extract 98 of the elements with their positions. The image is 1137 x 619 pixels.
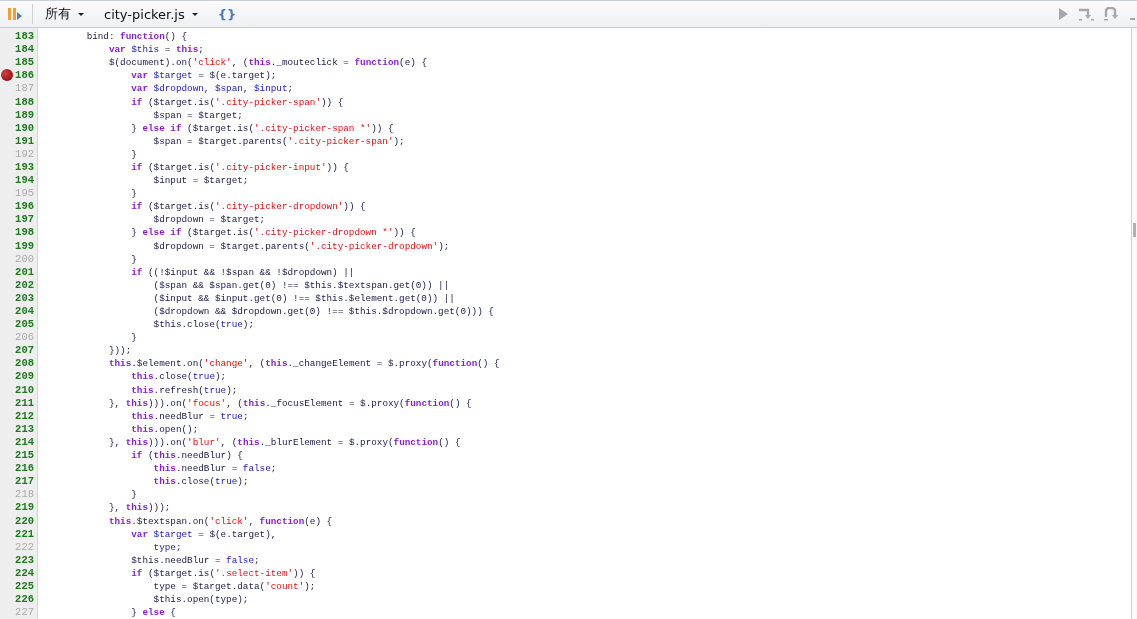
code-line: }: [130, 252, 137, 266]
code-line: ($input && $input.get(0) !== $this.$element.get(0)) ||: [152, 291, 455, 305]
line-number: 193: [15, 161, 34, 174]
code-line: type = $target.data('count');: [152, 580, 316, 593]
code-line: }: [130, 331, 137, 345]
line-number: 227: [15, 606, 34, 619]
line-number: 221: [15, 527, 34, 541]
line-number: 189: [15, 108, 34, 122]
line-number: 197: [15, 213, 34, 227]
code-line: $(document).on('click', (this._mouteclick = function(e) {: [107, 56, 427, 70]
code-line: this.open();: [130, 422, 199, 436]
breakpoint-icon[interactable]: [1, 69, 13, 82]
caret-icon: [191, 12, 198, 16]
code-line: $dropdown = $target.parents('.city-picker-dropdown');: [152, 239, 450, 253]
line-number: 226: [15, 593, 34, 607]
code-line: this.close(true);: [130, 370, 227, 384]
line-number: 224: [15, 566, 34, 580]
line-number: 211: [15, 396, 34, 410]
code-line: } else {: [130, 606, 176, 619]
line-number: 190: [15, 121, 34, 135]
line-number: 222: [15, 540, 34, 554]
line-number: 225: [15, 580, 34, 593]
code-line: ($span && $span.get(0) !== $this.$textspan.get(0)) ||: [152, 278, 450, 292]
line-number: 183: [15, 30, 34, 44]
code-line: if ($target.is('.select-item')) {: [130, 566, 316, 580]
line-number: 201: [15, 265, 34, 279]
line-number: 217: [15, 475, 34, 489]
line-number: 208: [15, 357, 34, 371]
code-line: if ((!$input && !$span && !$dropdown) ||: [130, 265, 355, 279]
code-line: }: [130, 488, 137, 502]
line-number: 196: [15, 200, 34, 214]
line-number: 207: [15, 344, 34, 358]
line-number: 223: [15, 553, 34, 567]
code-line: $dropdown = $target;: [152, 213, 266, 227]
pretty-print-button[interactable]: {}: [215, 4, 239, 24]
code-line: if (this.needBlur) {: [130, 449, 243, 463]
line-number: 202: [15, 278, 34, 292]
code-line: $this.close(true);: [152, 318, 255, 332]
code-line: if ($target.is('.city-picker-span')) {: [130, 95, 344, 109]
line-number: 205: [15, 318, 34, 332]
code-line: }, this))).on('focus', (this._focusElement = $.proxy(function() {: [107, 396, 472, 410]
code-line: } else if ($target.is('.city-picker-span *')) {: [130, 121, 394, 135]
code-line: bind: function() {: [85, 30, 188, 44]
line-number: 213: [15, 422, 34, 436]
code-line: }: [130, 147, 137, 161]
scrollbar[interactable]: [1131, 28, 1137, 619]
line-number: 191: [15, 134, 34, 148]
code-line: this.needBlur = true;: [130, 409, 249, 423]
line-number: 214: [15, 435, 34, 449]
code-line: this.$element.on('change', (this._changeElement = $.proxy(function() {: [107, 357, 500, 371]
code-line: this.needBlur = false;: [152, 462, 277, 476]
line-number: 203: [15, 291, 34, 305]
file-dropdown[interactable]: city-picker.js: [102, 4, 200, 24]
line-number: 218: [15, 488, 34, 502]
code-line: }, this))).on('blur', (this._blurElement = $.proxy(function() {: [107, 435, 461, 449]
code-line: }, this)));: [107, 501, 171, 515]
line-number: 200: [15, 252, 34, 266]
line-number: 215: [15, 449, 34, 463]
code-line: }));: [107, 344, 132, 358]
scope-dropdown[interactable]: 所有: [43, 3, 86, 25]
code-line: var $target = $(e.target);: [130, 69, 277, 83]
line-number: 195: [15, 187, 34, 201]
code-line: $this.needBlur = false;: [130, 553, 260, 567]
code-line: this.refresh(true);: [130, 383, 238, 397]
line-number: 192: [15, 147, 34, 161]
code-line: } else if ($target.is('.city-picker-dropdown *')) {: [130, 226, 416, 240]
code-line: $this.open(type);: [152, 593, 249, 607]
line-number: 194: [15, 174, 34, 188]
line-number: 184: [15, 43, 34, 57]
line-number: 186: [15, 69, 34, 83]
code-line: if ($target.is('.city-picker-input')) {: [130, 161, 349, 174]
code-line: var $target = $(e.target),: [130, 527, 277, 541]
line-number: 206: [15, 331, 34, 345]
code-line: this.close(true);: [152, 475, 249, 489]
code-line: var $this = this;: [107, 43, 204, 57]
code-line: $input = $target;: [152, 174, 249, 188]
line-number: 209: [15, 370, 34, 384]
code-line: if ($target.is('.city-picker-dropdown')) {: [130, 200, 366, 214]
code-line: this.$textspan.on('click', function(e) {: [107, 514, 333, 528]
line-number: 219: [15, 501, 34, 515]
line-number: 198: [15, 226, 34, 240]
caret-icon: [78, 12, 84, 16]
code-line: }: [130, 187, 137, 201]
line-number: 187: [15, 82, 34, 96]
code-line: type;: [152, 540, 182, 554]
line-number: 204: [15, 305, 34, 318]
code-line: $span = $target;: [152, 108, 243, 122]
line-number: 199: [15, 239, 34, 253]
code-line: var $dropdown, $span, $input;: [130, 82, 294, 96]
pause-icon[interactable]: [6, 5, 24, 23]
line-number: 210: [15, 383, 34, 397]
line-number: 212: [15, 409, 34, 423]
line-number: 216: [15, 462, 34, 476]
line-number: 220: [15, 514, 34, 528]
code-line: $span = $target.parents('.city-picker-span');: [152, 134, 405, 148]
code-line: ($dropdown && $dropdown.get(0) !== $this.$dropdown.get(0))) {: [152, 305, 494, 318]
line-number: 185: [15, 56, 34, 70]
line-number: 188: [15, 95, 34, 109]
